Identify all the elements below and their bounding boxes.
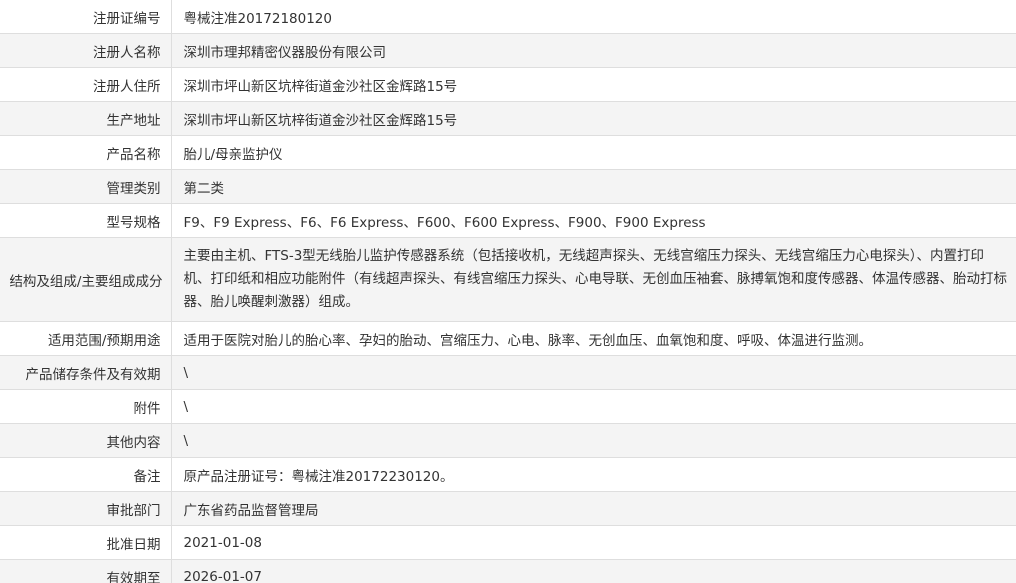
field-label: 注册人住所 xyxy=(0,67,172,102)
row-model-spec: 型号规格 F9、F9 Express、F6、F6 Express、F600、F6… xyxy=(0,203,1016,238)
row-structure-composition: 结构及组成/主要组成成分 主要由主机、FTS-3型无线胎儿监护传感器系统（包括接… xyxy=(0,237,1016,322)
row-management-category: 管理类别 第二类 xyxy=(0,169,1016,204)
field-value: 原产品注册证号：粤械注准20172230120。 xyxy=(183,468,454,485)
row-registrant-name: 注册人名称 深圳市理邦精密仪器股份有限公司 xyxy=(0,33,1016,68)
row-registration-number: 注册证编号 粤械注准20172180120 xyxy=(0,0,1016,34)
field-value: \ xyxy=(183,364,189,381)
field-value: 主要由主机、FTS-3型无线胎儿监护传感器系统（包括接收机，无线超声探头、无线宫… xyxy=(183,248,1008,310)
registration-record-table: 注册证编号 粤械注准20172180120 注册人名称 深圳市理邦精密仪器股份有… xyxy=(0,0,1016,583)
row-registrant-address: 注册人住所 深圳市坪山新区坑梓街道金沙社区金辉路15号 xyxy=(0,67,1016,102)
field-value: \ xyxy=(183,398,189,415)
field-value: 深圳市坪山新区坑梓街道金沙社区金辉路15号 xyxy=(183,112,458,129)
field-label: 结构及组成/主要组成成分 xyxy=(0,237,172,322)
field-label: 其他内容 xyxy=(0,423,172,458)
field-label: 适用范围/预期用途 xyxy=(0,321,172,356)
field-value: \ xyxy=(183,432,189,449)
field-label: 批准日期 xyxy=(0,525,172,560)
field-label: 有效期至 xyxy=(0,559,172,583)
row-remarks: 备注 原产品注册证号：粤械注准20172230120。 xyxy=(0,457,1016,492)
field-value: 适用于医院对胎儿的胎心率、孕妇的胎动、宫缩压力、心电、脉率、无创血压、血氧饱和度… xyxy=(183,332,873,349)
row-approval-department: 审批部门 广东省药品监督管理局 xyxy=(0,491,1016,526)
field-label: 产品名称 xyxy=(0,135,172,170)
field-value: 胎儿/母亲监护仪 xyxy=(183,146,283,163)
row-approval-date: 批准日期 2021-01-08 xyxy=(0,525,1016,560)
row-storage-validity: 产品储存条件及有效期 \ xyxy=(0,355,1016,390)
field-label: 管理类别 xyxy=(0,169,172,204)
row-product-name: 产品名称 胎儿/母亲监护仪 xyxy=(0,135,1016,170)
field-label: 产品储存条件及有效期 xyxy=(0,355,172,390)
row-production-address: 生产地址 深圳市坪山新区坑梓街道金沙社区金辉路15号 xyxy=(0,101,1016,136)
field-value: 广东省药品监督管理局 xyxy=(183,502,319,519)
field-value: 深圳市理邦精密仪器股份有限公司 xyxy=(183,44,387,61)
row-valid-until: 有效期至 2026-01-07 xyxy=(0,559,1016,583)
field-label: 备注 xyxy=(0,457,172,492)
field-value: 2021-01-08 xyxy=(183,534,262,551)
field-label: 生产地址 xyxy=(0,101,172,136)
field-value: 第二类 xyxy=(183,180,225,197)
field-label: 注册证编号 xyxy=(0,0,172,34)
field-label: 注册人名称 xyxy=(0,33,172,68)
field-value: F9、F9 Express、F6、F6 Express、F600、F600 Ex… xyxy=(183,214,706,231)
row-intended-use: 适用范围/预期用途 适用于医院对胎儿的胎心率、孕妇的胎动、宫缩压力、心电、脉率、… xyxy=(0,321,1016,356)
field-label-text: 结构及组成/主要组成成分 xyxy=(9,273,163,290)
field-label: 审批部门 xyxy=(0,491,172,526)
field-label: 型号规格 xyxy=(0,203,172,238)
field-value: 粤械注准20172180120 xyxy=(183,10,332,27)
field-value: 2026-01-07 xyxy=(183,568,262,583)
row-other-content: 其他内容 \ xyxy=(0,423,1016,458)
row-attachments: 附件 \ xyxy=(0,389,1016,424)
field-label: 附件 xyxy=(0,389,172,424)
registration-record-sheet: 注册证编号 粤械注准20172180120 注册人名称 深圳市理邦精密仪器股份有… xyxy=(0,0,1016,583)
field-value: 深圳市坪山新区坑梓街道金沙社区金辉路15号 xyxy=(183,78,458,95)
